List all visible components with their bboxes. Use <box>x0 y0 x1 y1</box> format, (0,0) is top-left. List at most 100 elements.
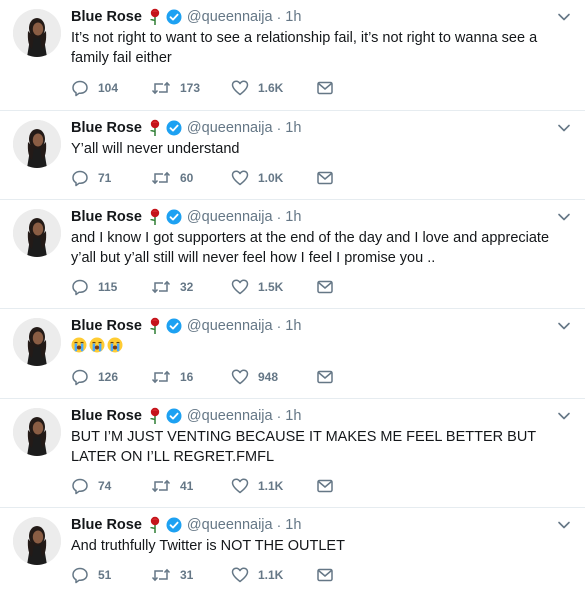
envelope-icon <box>317 171 333 185</box>
heart-icon <box>231 80 249 96</box>
display-name[interactable]: Blue Rose <box>71 209 142 225</box>
reply-button[interactable]: 51 <box>71 566 151 584</box>
tweet-header: Blue Rose @queennaija · 1h <box>71 515 301 535</box>
retweet-count: 41 <box>180 479 194 493</box>
timestamp[interactable]: 1h <box>285 517 301 533</box>
reply-button[interactable]: 126 <box>71 368 151 386</box>
handle[interactable]: @queennaija <box>187 9 273 25</box>
display-name[interactable]: Blue Rose <box>71 318 142 334</box>
display-name[interactable]: Blue Rose <box>71 517 142 533</box>
heart-icon <box>231 478 249 494</box>
display-name[interactable]: Blue Rose <box>71 408 142 424</box>
chevron-down-icon[interactable] <box>557 210 571 224</box>
tweet-text <box>71 336 571 353</box>
reply-button[interactable]: 71 <box>71 169 151 187</box>
chevron-down-icon[interactable] <box>557 319 571 333</box>
avatar[interactable] <box>13 408 61 456</box>
like-count: 1.1K <box>258 568 284 582</box>
timestamp[interactable]: 1h <box>285 408 301 424</box>
rose-emoji-icon <box>149 8 160 25</box>
retweet-button[interactable]: 32 <box>151 278 231 296</box>
direct-message-button[interactable] <box>316 278 334 296</box>
verified-badge-icon <box>166 120 182 136</box>
tweet-actions: 115 32 1.5K <box>71 277 334 297</box>
like-count: 1.6K <box>258 81 284 95</box>
avatar[interactable] <box>13 318 61 366</box>
envelope-icon <box>317 479 333 493</box>
avatar[interactable] <box>13 209 61 257</box>
like-count: 1.1K <box>258 479 284 493</box>
handle[interactable]: @queennaija <box>187 318 273 334</box>
reply-icon <box>72 80 88 97</box>
tweet-text: Y’all will never understand <box>71 141 240 157</box>
heart-icon <box>231 279 249 295</box>
tweet-text: BUT I’M JUST VENTING BECAUSE IT MAKES ME… <box>71 429 536 465</box>
rose-emoji-icon <box>149 208 160 225</box>
retweet-icon <box>151 479 171 493</box>
direct-message-button[interactable] <box>316 477 334 495</box>
timestamp[interactable]: 1h <box>285 318 301 334</box>
retweet-count: 173 <box>180 81 201 95</box>
avatar[interactable] <box>13 120 61 168</box>
separator-dot: · <box>276 517 282 533</box>
like-button[interactable]: 1.1K <box>231 566 316 584</box>
display-name[interactable]: Blue Rose <box>71 9 142 25</box>
like-button[interactable]: 1.5K <box>231 278 316 296</box>
retweet-button[interactable]: 60 <box>151 169 231 187</box>
chevron-down-icon[interactable] <box>557 10 571 24</box>
timestamp[interactable]: 1h <box>285 9 301 25</box>
retweet-button[interactable]: 16 <box>151 368 231 386</box>
like-button[interactable]: 948 <box>231 368 316 386</box>
display-name[interactable]: Blue Rose <box>71 120 142 136</box>
tweet-actions: 104 173 1.6K <box>71 78 334 98</box>
like-count: 1.0K <box>258 171 284 185</box>
tweet[interactable]: Blue Rose @queennaija · 1h BUT I’M JUST … <box>0 399 585 508</box>
retweet-button[interactable]: 41 <box>151 477 231 495</box>
like-count: 948 <box>258 370 279 384</box>
tweet[interactable]: Blue Rose @queennaija · 1h It’s not righ… <box>0 0 585 111</box>
chevron-down-icon[interactable] <box>557 409 571 423</box>
loudly-crying-face-emoji <box>71 337 87 353</box>
retweet-icon <box>151 370 171 384</box>
handle[interactable]: @queennaija <box>187 517 273 533</box>
timestamp[interactable]: 1h <box>285 209 301 225</box>
tweet[interactable]: Blue Rose @queennaija · 1h and I know I … <box>0 200 585 309</box>
handle[interactable]: @queennaija <box>187 120 273 136</box>
tweet[interactable]: Blue Rose @queennaija · 1h Y’all will ne… <box>0 111 585 200</box>
retweet-button[interactable]: 173 <box>151 79 231 97</box>
handle[interactable]: @queennaija <box>187 209 273 225</box>
reply-button[interactable]: 104 <box>71 79 151 97</box>
tweet-text: And truthfully Twitter is NOT THE OUTLET <box>71 538 345 554</box>
avatar[interactable] <box>13 517 61 565</box>
tweet[interactable]: Blue Rose @queennaija · 1h And truthfull… <box>0 508 585 593</box>
tweet[interactable]: Blue Rose @queennaija · 1h 126 16 948 <box>0 309 585 399</box>
retweet-count: 16 <box>180 370 194 384</box>
chevron-down-icon[interactable] <box>557 518 571 532</box>
retweet-button[interactable]: 31 <box>151 566 231 584</box>
direct-message-button[interactable] <box>316 169 334 187</box>
tweet-actions: 74 41 1.1K <box>71 476 334 496</box>
direct-message-button[interactable] <box>316 79 334 97</box>
envelope-icon <box>317 370 333 384</box>
handle[interactable]: @queennaija <box>187 408 273 424</box>
rose-emoji-icon <box>149 516 160 533</box>
retweet-count: 32 <box>180 280 194 294</box>
direct-message-button[interactable] <box>316 368 334 386</box>
rose-emoji-icon <box>149 407 160 424</box>
tweet-text: It’s not right to want to see a relation… <box>71 30 538 66</box>
rose-emoji-icon <box>149 317 160 334</box>
timestamp[interactable]: 1h <box>285 120 301 136</box>
reply-icon <box>72 478 88 495</box>
avatar[interactable] <box>13 9 61 57</box>
reply-button[interactable]: 115 <box>71 278 151 296</box>
reply-button[interactable]: 74 <box>71 477 151 495</box>
like-button[interactable]: 1.0K <box>231 169 316 187</box>
reply-count: 126 <box>98 370 119 384</box>
retweet-count: 31 <box>180 568 194 582</box>
rose-emoji-icon <box>149 119 160 136</box>
like-button[interactable]: 1.6K <box>231 79 316 97</box>
chevron-down-icon[interactable] <box>557 121 571 135</box>
like-button[interactable]: 1.1K <box>231 477 316 495</box>
direct-message-button[interactable] <box>316 566 334 584</box>
loudly-crying-face-emoji <box>89 337 105 353</box>
